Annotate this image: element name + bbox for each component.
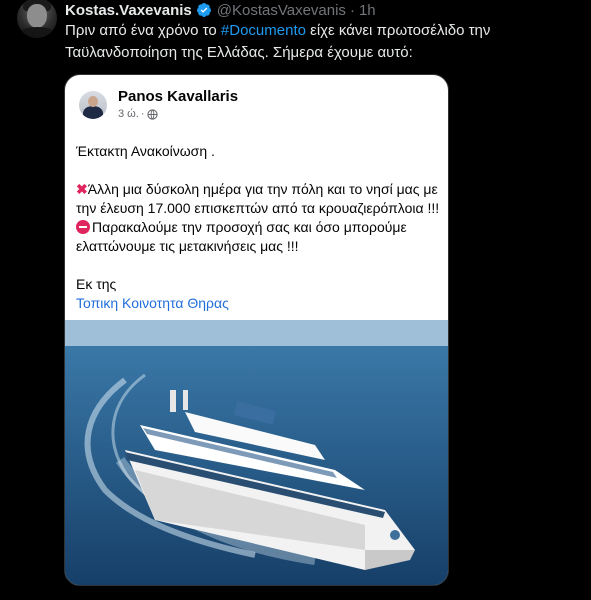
post-meta: 3 ώ. · — [118, 108, 158, 120]
tweet-media-image[interactable]: Panos Kavallaris 3 ώ. · Έκτακτη Ανακοίνω… — [64, 74, 449, 586]
tweet-timestamp[interactable]: 1h — [359, 2, 376, 19]
separator-dot: · — [349, 1, 355, 19]
post-author-avatar — [79, 91, 107, 119]
post-line1: Άλλη μια δύσκολη ημέρα για την πόλη και … — [76, 181, 440, 216]
author-avatar[interactable] — [17, 0, 57, 38]
post-time: 3 ώ. — [118, 108, 139, 120]
post-author-name: Panos Kavallaris — [118, 88, 239, 105]
cross-mark-icon: ✖ — [76, 181, 88, 197]
author-name[interactable]: Kostas.Vaxevanis — [65, 2, 192, 19]
post-body: Έκτακτη Ανακοίνωση . ✖Άλλη μια δύσκολη η… — [76, 130, 441, 313]
globe-icon — [146, 108, 158, 120]
tweet-text-prefix: Πριν από ένα χρόνο το — [65, 22, 221, 39]
verified-badge-icon — [196, 3, 211, 17]
author-handle[interactable]: @KostasVaxevanis — [217, 2, 346, 19]
hashtag-link[interactable]: #Documento — [221, 22, 306, 39]
post-from-label: Εκ της — [76, 276, 117, 292]
tweet-text-suffix: είχε κάνει πρωτοσέλιδο την — [305, 22, 491, 39]
tweet-header: Kostas.Vaxevanis @KostasVaxevanis · 1h — [65, 0, 376, 20]
tweet-text-line2: Ταϋλανδοποίηση της Ελλάδας. Σήμερα έχουμ… — [65, 44, 413, 61]
tweet-text: Πριν από ένα χρόνο το #Documento είχε κά… — [65, 20, 585, 64]
cruise-ship-photo — [65, 320, 448, 585]
post-page-link: Τοπικη Κοινοτητα Θηρας — [76, 295, 229, 311]
no-entry-icon — [76, 220, 90, 234]
post-line2: Παρακαλούμε την προσοχή σας και όσο μπορ… — [76, 219, 407, 254]
post-heading: Έκτακτη Ανακοίνωση . — [76, 143, 215, 159]
post-separator: · — [140, 108, 145, 120]
